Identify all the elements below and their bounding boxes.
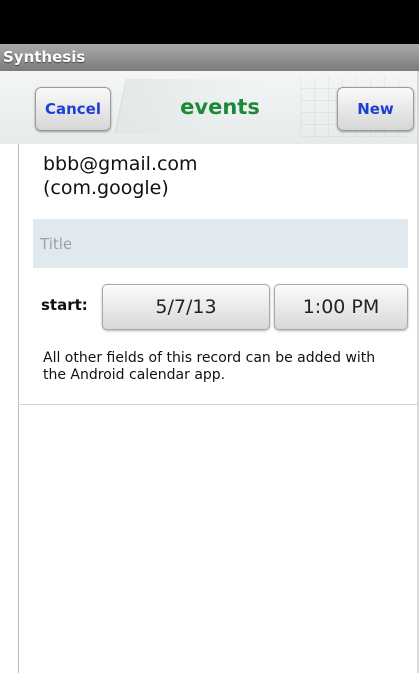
new-button[interactable]: New — [337, 87, 414, 131]
start-time-button[interactable]: 1:00 PM — [274, 284, 408, 330]
app-title-bar: Synthesis — [0, 44, 419, 71]
start-date-button[interactable]: 5/7/13 — [102, 284, 270, 330]
status-bar — [0, 0, 419, 44]
info-note: All other fields of this record can be a… — [43, 350, 376, 383]
start-label: start: — [41, 296, 88, 314]
app-title: Synthesis — [3, 48, 86, 66]
account-info: bbb@gmail.com (com.google) — [43, 152, 198, 200]
events-header: Cancel events New — [0, 71, 419, 144]
divider — [18, 404, 419, 405]
page-title: events — [180, 95, 260, 119]
account-email: bbb@gmail.com — [43, 153, 198, 175]
title-input[interactable] — [33, 219, 408, 268]
cancel-button[interactable]: Cancel — [35, 87, 111, 131]
account-type: (com.google) — [43, 177, 169, 199]
